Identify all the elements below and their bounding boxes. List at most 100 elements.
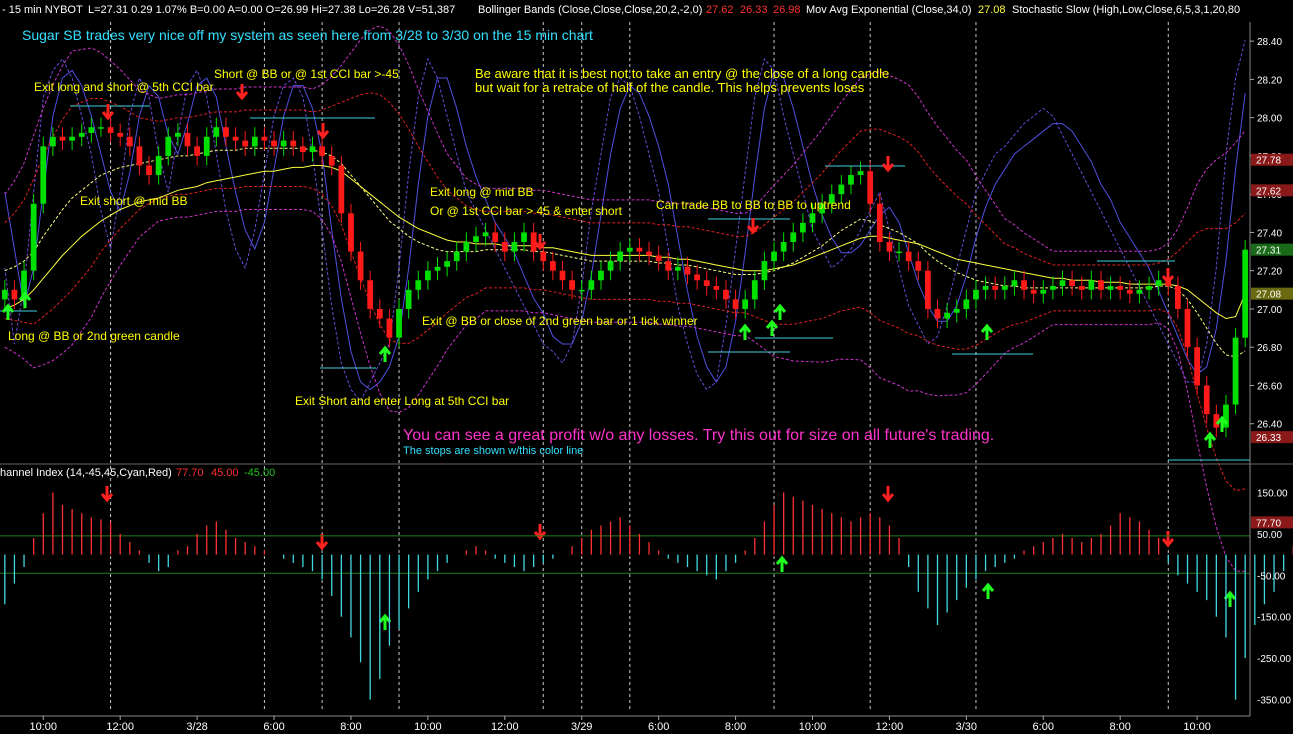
candle-body [434,266,441,271]
candle-body [742,299,749,309]
candle-body [396,308,402,338]
candle-body [626,247,633,252]
candle-body [98,127,104,129]
candle-body [1098,280,1104,290]
candle-body [761,261,768,281]
y-tick-label: 26.40 [1257,420,1282,431]
bollinger-lower-value: 26.33 [740,4,768,16]
candle-body [319,146,325,156]
price-tag-label: 27.08 [1256,290,1281,301]
annotation-exit-long-mid-2: Or @ 1st CCI bar > 45 & enter short [430,204,623,218]
candle-body [598,270,604,281]
annotation-long-bb: Long @ BB or 2nd green candle [8,329,180,343]
candle-body [1117,286,1124,290]
candle-body [646,251,652,256]
candle-body [300,146,306,153]
cci-label: hannel Index (14,-45,45,Cyan,Red) [0,467,172,479]
candle-body [636,247,643,252]
candle-body [578,289,585,292]
candle-body [1203,385,1210,415]
candle-body [444,261,450,267]
candle-body [521,232,527,242]
candle-body [1242,249,1249,338]
annotation-exit-bb-close: Exit @ BB or close of 2nd green bar or 1… [422,314,698,328]
candle-body [501,242,508,252]
candle-body [155,155,162,176]
candle-body [463,242,470,252]
price-tag-label: 27.62 [1256,186,1281,197]
candle-body [838,184,845,195]
candle-body [550,261,556,271]
candle-body [348,213,354,252]
candle-body [261,136,268,141]
candle-body [732,299,739,309]
cci-tick-label: -250.00 [1257,654,1291,665]
candle-body [655,255,662,262]
candle-body [213,127,220,137]
candle-body [982,286,989,290]
candle-body [69,136,75,141]
candle-body [453,251,460,262]
candle-body [11,289,18,300]
candle-body [675,266,681,271]
candle-body [1011,280,1018,286]
candle-body [50,136,56,147]
candle-body [694,274,700,281]
candle-body [607,261,614,271]
cci-upper-threshold: 45.00 [211,467,239,479]
candle-body [1126,289,1133,294]
bollinger-upper-value: 27.62 [706,4,734,16]
candle-body [1194,347,1200,386]
candle-body [790,232,797,242]
cci-tick-label: 50.00 [1257,530,1282,541]
x-tick-label: 3/29 [571,721,592,733]
x-tick-label: 10:00 [414,721,442,733]
candle-body [280,140,287,147]
candle-body [934,308,941,319]
y-tick-label: 28.40 [1257,37,1282,48]
annotation-exit-short-mid: Exit short @ mid BB [80,194,188,208]
bollinger-mid-value: 26.98 [773,4,801,16]
candle-body [1059,280,1066,286]
x-tick-label: 10:00 [799,721,827,733]
candle-body [809,213,816,223]
annotation-exit-long-mid-1: Exit long @ mid BB [430,185,534,199]
price-tag-label: 27.78 [1256,156,1281,167]
price-tag-label: 26.33 [1256,433,1281,444]
x-tick-label: 10:00 [1183,721,1211,733]
candle-body [992,286,999,290]
x-tick-label: 3/28 [186,721,207,733]
y-tick-label: 27.40 [1257,228,1282,239]
cci-tick-label: -50.00 [1257,571,1286,582]
candle-body [511,242,518,252]
candle-body [1021,280,1027,290]
y-tick-label: 28.00 [1257,114,1282,125]
candle-body [251,136,258,147]
symbol-label: - 15 min NYBOT [2,4,83,16]
candle-body [1078,286,1085,290]
candle-body [915,261,922,271]
candle-body [338,165,345,214]
candle-body [175,132,181,137]
price-tag-label: 27.31 [1256,246,1281,257]
x-tick-label: 8:00 [1109,721,1130,733]
candle-body [1136,289,1143,294]
candle-body [1146,286,1152,290]
candle-body [223,127,229,137]
candle-body [886,242,893,252]
cci-tick-label: -150.00 [1257,613,1291,624]
candle-body [963,299,970,309]
candle-body [405,289,412,309]
candle-body [559,270,566,281]
candle-body [780,242,787,252]
candle-body [492,232,499,242]
x-tick-label: 12:00 [876,721,904,733]
candle-body [30,203,37,271]
candle-body [953,308,960,313]
candle-body [40,146,47,204]
candle-body [1155,280,1162,286]
candle-body [88,127,95,133]
candle-body [617,251,624,262]
cci-value: 77.70 [176,467,204,479]
candle-body [1107,286,1114,290]
